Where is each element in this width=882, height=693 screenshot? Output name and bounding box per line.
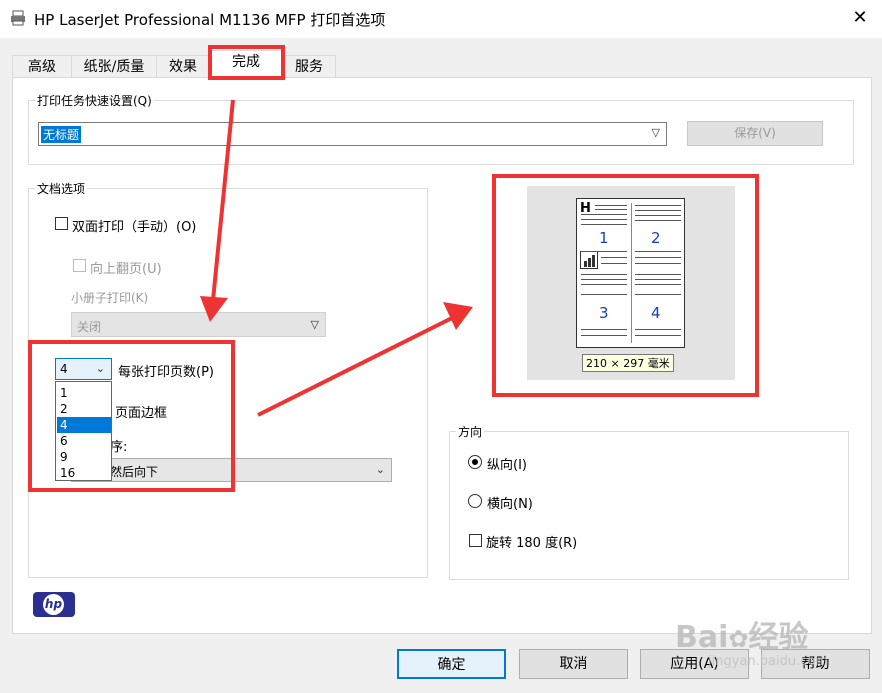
arrow-head-right <box>443 302 473 330</box>
arrow-shaft-down <box>211 99 235 301</box>
arrow-shaft-right <box>257 316 453 417</box>
arrow-head-down <box>200 296 228 322</box>
annotation-arrows <box>200 99 473 417</box>
